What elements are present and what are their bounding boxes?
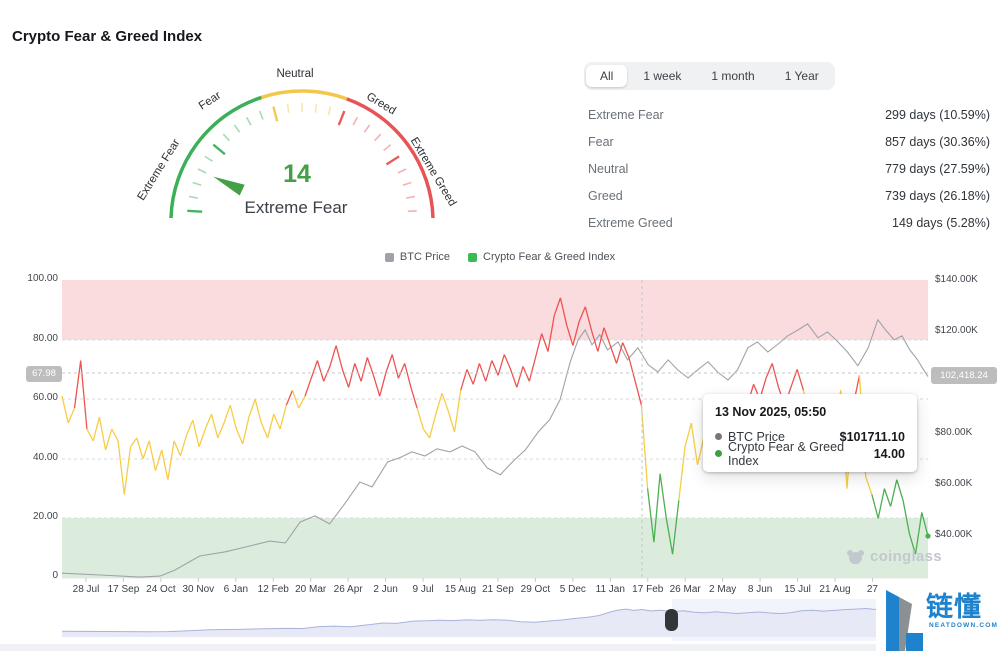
- tab-1-year[interactable]: 1 Year: [771, 65, 833, 87]
- range-tabs: All1 week1 month1 Year: [584, 62, 835, 90]
- x-axis-tick-label: 6 Jan: [224, 584, 248, 595]
- logo-text: 链懂: [926, 585, 982, 624]
- legend-swatch: [385, 253, 394, 262]
- left-axis-tick-label: 80.00: [20, 333, 58, 344]
- gauge-value: 14: [237, 160, 357, 189]
- x-axis-tick-label: 20 Mar: [295, 584, 326, 595]
- gauge-zone-label-neutral: Neutral: [276, 68, 313, 80]
- tooltip: 13 Nov 2025, 05:50 BTC Price$101711.10Cr…: [703, 394, 917, 472]
- gauge-arc-neutral-segment: [262, 91, 347, 99]
- stat-label: Extreme Greed: [588, 216, 673, 230]
- x-axis-tick-label: 11 Jan: [596, 584, 625, 595]
- stat-value: 299 days (10.59%): [885, 108, 990, 122]
- stat-value: 149 days (5.28%): [892, 216, 990, 230]
- x-axis-tick-label: 17 Feb: [632, 584, 663, 595]
- tab-1-month[interactable]: 1 month: [697, 65, 768, 87]
- tooltip-rows: BTC Price$101711.10Crypto Fear & Greed I…: [715, 428, 905, 462]
- x-axis-tick-label: 24 Oct: [146, 584, 175, 595]
- stat-row: Greed 739 days (26.18%): [588, 182, 990, 209]
- x-axis-tick-label: 26 Apr: [334, 584, 363, 595]
- right-axis-tick-label: $80.00K: [935, 427, 972, 438]
- logo-subtext: NEATDOWN.COM: [929, 622, 998, 629]
- tab-1-week[interactable]: 1 week: [629, 65, 695, 87]
- legend-swatch: [468, 253, 477, 262]
- x-axis-tick-label: 5 Dec: [560, 584, 586, 595]
- tooltip-date: 13 Nov 2025, 05:50: [715, 405, 905, 419]
- stat-label: Extreme Fear: [588, 108, 664, 122]
- right-axis-tick-label: $140.00K: [935, 274, 978, 285]
- x-axis-tick-label: 21 Aug: [819, 584, 850, 595]
- stat-row: Extreme Greed 149 days (5.28%): [588, 209, 990, 236]
- x-axis-tick-label: 28 Jul: [73, 584, 100, 595]
- legend-label: Crypto Fear & Greed Index: [483, 251, 615, 263]
- stat-label: Neutral: [588, 162, 628, 176]
- legend-label: BTC Price: [400, 251, 450, 263]
- site-logo: 链懂 NEATDOWN.COM: [876, 588, 1000, 651]
- x-axis-tick-label: 2 Jun: [373, 584, 397, 595]
- left-axis-tick-label: 40.00: [20, 452, 58, 463]
- watermark: coinglass: [846, 548, 942, 565]
- x-axis-ticks: [86, 578, 872, 582]
- tooltip-row: Crypto Fear & Greed Index14.00: [715, 445, 905, 462]
- right-axis-tick-label: $60.00K: [935, 478, 972, 489]
- right-axis-tick-label: $40.00K: [935, 529, 972, 540]
- stat-value: 779 days (27.59%): [885, 162, 990, 176]
- stat-row: Extreme Fear 299 days (10.59%): [588, 101, 990, 128]
- stat-row: Neutral 779 days (27.59%): [588, 155, 990, 182]
- legend-item-btc-price[interactable]: BTC Price: [385, 251, 450, 263]
- x-axis-tick-label: 8 Jun: [748, 584, 772, 595]
- fear-green-band: [62, 518, 928, 578]
- x-axis-tick-label: 12 Feb: [258, 584, 289, 595]
- navigator[interactable]: [0, 598, 1000, 644]
- stat-value: 857 days (30.36%): [885, 135, 990, 149]
- tab-all[interactable]: All: [586, 65, 627, 87]
- coinglass-bear-icon: [846, 549, 865, 565]
- series-dot-icon: [715, 450, 722, 457]
- tooltip-series-label: Crypto Fear & Greed Index: [728, 440, 874, 468]
- x-axis-tick-label: 29 Oct: [521, 584, 550, 595]
- x-axis-tick-label: 21 Sep: [482, 584, 514, 595]
- x-axis-tick-label: 30 Nov: [183, 584, 215, 595]
- logo-mark-icon: [876, 588, 926, 651]
- legend-item-crypto-fear-greed-index[interactable]: Crypto Fear & Greed Index: [468, 251, 615, 263]
- series-dot-icon: [715, 433, 722, 440]
- left-axis-tick-label: 20.00: [20, 511, 58, 522]
- crypto-fear-greed-page: Crypto Fear & Greed Index Extreme Fear F…: [0, 0, 1000, 651]
- x-axis-tick-label: 26 Mar: [670, 584, 701, 595]
- watermark-text: coinglass: [870, 548, 942, 565]
- tooltip-series-value: 14.00: [874, 447, 905, 461]
- x-axis-labels: 28 Jul 17 Sep 24 Oct 30 Nov 6 Jan 12 Feb 20 Ma…: [0, 584, 1000, 598]
- left-axis-crosshair-badge: 67.98: [26, 366, 62, 382]
- navigator-handle[interactable]: [665, 609, 678, 631]
- page-title: Crypto Fear & Greed Index: [12, 28, 202, 45]
- stat-value: 739 days (26.18%): [885, 189, 990, 203]
- stats-panel: Extreme Fear 299 days (10.59%) Fear 857 day…: [588, 101, 990, 236]
- x-axis-tick-label: 2 May: [709, 584, 736, 595]
- right-axis-crosshair-badge: 102,418.24: [931, 367, 997, 384]
- greed-red-band: [62, 280, 928, 340]
- x-axis-tick-label: 17 Sep: [108, 584, 140, 595]
- right-axis-tick-label: $120.00K: [935, 325, 978, 336]
- left-axis-tick-label: 100.00: [20, 273, 58, 284]
- left-axis-tick-label: 0: [20, 570, 58, 581]
- left-axis-tick-label: 60.00: [20, 392, 58, 403]
- stat-row: Fear 857 days (30.36%): [588, 128, 990, 155]
- gauge-status-label: Extreme Fear: [186, 198, 406, 218]
- stat-label: Fear: [588, 135, 614, 149]
- stat-label: Greed: [588, 189, 623, 203]
- x-axis-tick-label: 9 Jul: [412, 584, 433, 595]
- x-axis-tick-label: 15 Jul: [784, 584, 811, 595]
- chart-legend: BTC Price Crypto Fear & Greed Index: [0, 251, 1000, 263]
- x-axis-tick-label: 15 Aug: [445, 584, 476, 595]
- latest-point-marker: [925, 533, 930, 538]
- scrollbar-track[interactable]: [0, 644, 1000, 651]
